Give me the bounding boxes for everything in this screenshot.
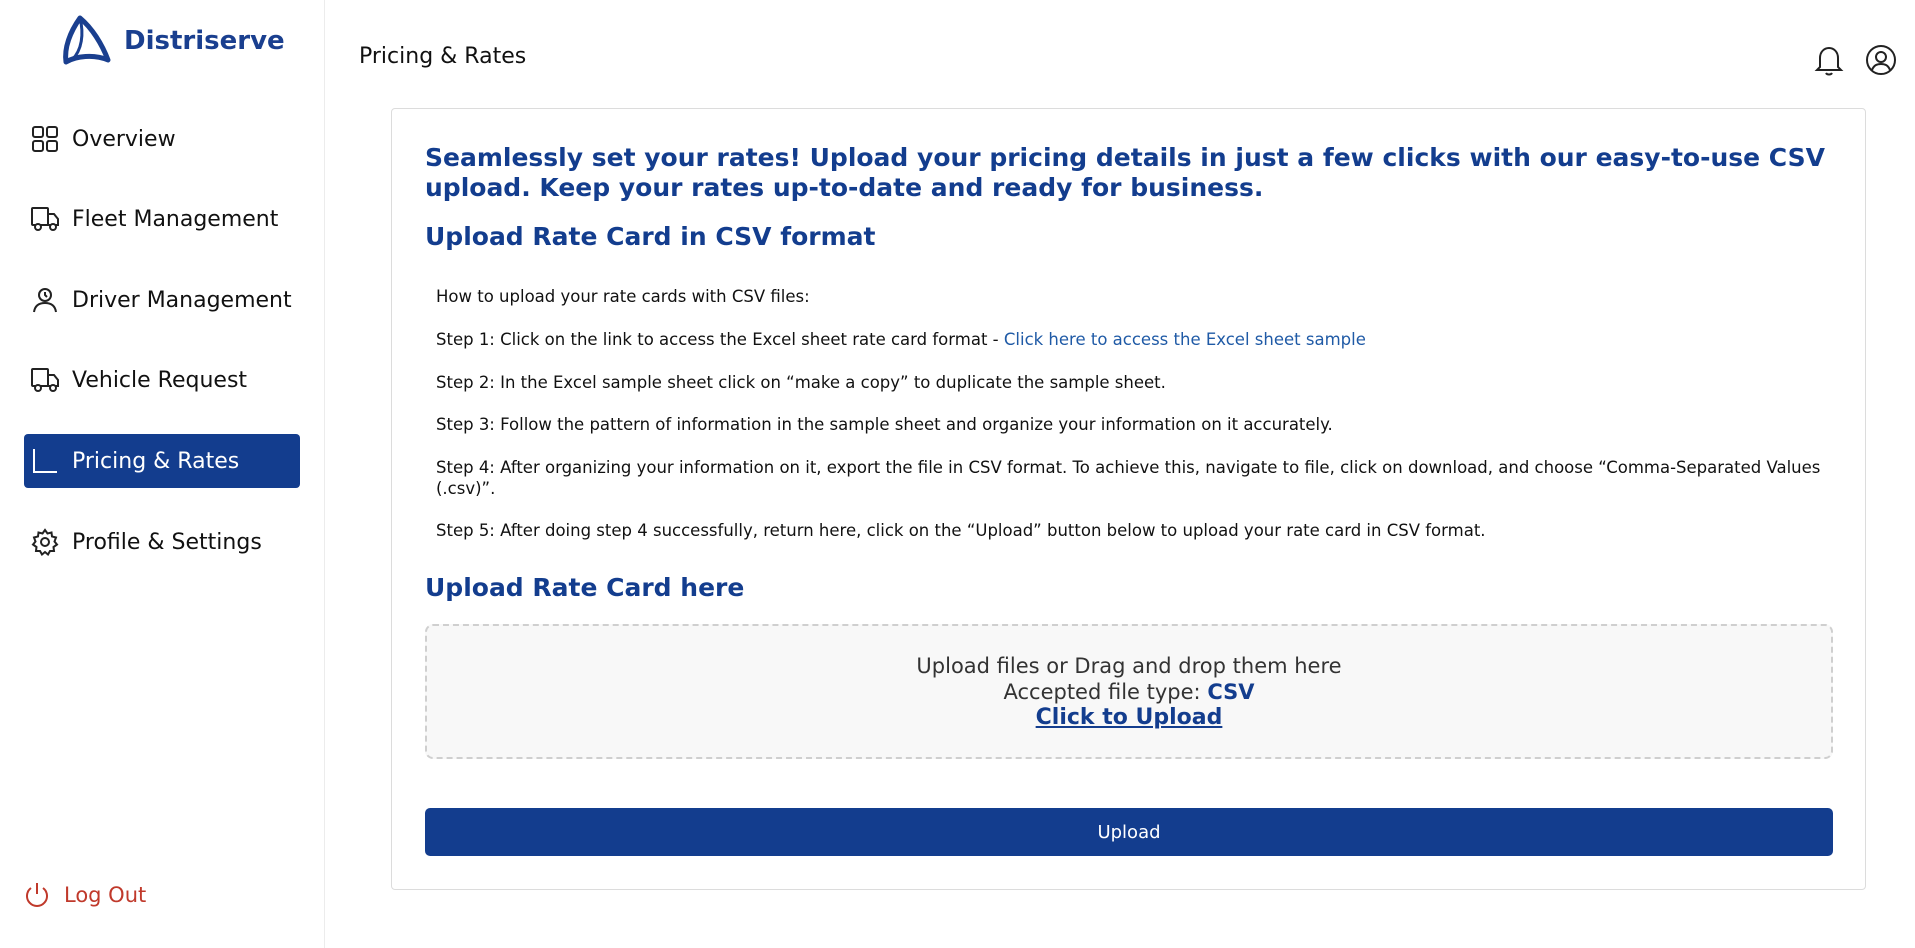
sidebar-item-pricing-rates[interactable]: Pricing & Rates	[24, 434, 300, 488]
pricing-card: Seamlessly set your rates! Upload your p…	[391, 108, 1866, 890]
gear-icon	[30, 527, 60, 557]
notification-bell-icon[interactable]	[1811, 42, 1847, 78]
brand-name: Distriserve	[124, 26, 285, 56]
page-title: Pricing & Rates	[359, 44, 527, 69]
distriserve-logo-icon	[63, 15, 111, 65]
user-profile-icon[interactable]	[1863, 42, 1899, 78]
brand[interactable]: Distriserve	[60, 14, 285, 68]
upload-button[interactable]: Upload	[425, 808, 1833, 856]
file-dropzone[interactable]: Upload files or Drag and drop them here …	[425, 624, 1833, 759]
step-1-text: Step 1: Click on the link to access the …	[436, 330, 1004, 349]
step-1: Step 1: Click on the link to access the …	[436, 329, 1836, 350]
section-title-csv-format: Upload Rate Card in CSV format	[425, 222, 876, 251]
sidebar-item-label: Profile & Settings	[72, 529, 262, 555]
sidebar-item-label: Vehicle Request	[72, 367, 248, 393]
sidebar-item-vehicle-request[interactable]: Vehicle Request	[24, 353, 300, 407]
sidebar-item-fleet-management[interactable]: Fleet Management	[24, 192, 300, 246]
step-4: Step 4: After organizing your informatio…	[436, 458, 1821, 498]
step-3: Step 3: Follow the pattern of informatio…	[436, 415, 1333, 434]
user-icon	[30, 285, 60, 315]
truck-icon	[30, 365, 60, 395]
accepted-file-type: Accepted file type: CSV	[427, 680, 1831, 704]
step-5: Step 5: After doing step 4 successfully,…	[436, 521, 1486, 540]
sidebar-item-label: Overview	[72, 126, 176, 152]
instructions-intro: How to upload your rate cards with CSV f…	[436, 287, 810, 306]
chart-axis-icon	[30, 446, 60, 476]
logout-button[interactable]: Log Out	[22, 880, 146, 910]
sidebar-item-label: Pricing & Rates	[72, 448, 240, 474]
excel-sample-link[interactable]: Click here to access the Excel sheet sam…	[1004, 330, 1366, 349]
sidebar-item-label: Driver Management	[72, 287, 292, 313]
sidebar-item-driver-management[interactable]: Driver Management	[24, 273, 300, 327]
dropzone-instructions: Upload files or Drag and drop them here	[916, 654, 1342, 678]
truck-icon	[30, 204, 60, 234]
grid-icon	[30, 124, 60, 154]
sidebar: Distriserve Overview Fleet Management Dr…	[0, 0, 325, 948]
sidebar-item-label: Fleet Management	[72, 206, 279, 232]
section-title-upload: Upload Rate Card here	[425, 573, 745, 602]
click-to-upload-link[interactable]: Click to Upload	[427, 705, 1831, 730]
accepted-file-type-label: Accepted file type:	[1003, 680, 1208, 704]
power-icon	[22, 880, 52, 910]
sidebar-item-overview[interactable]: Overview	[24, 112, 300, 166]
step-2: Step 2: In the Excel sample sheet click …	[436, 373, 1166, 392]
logout-label: Log Out	[64, 883, 147, 907]
sidebar-item-profile-settings[interactable]: Profile & Settings	[24, 515, 300, 569]
accepted-file-type-value: CSV	[1207, 680, 1255, 704]
headline: Seamlessly set your rates! Upload your p…	[425, 143, 1825, 202]
